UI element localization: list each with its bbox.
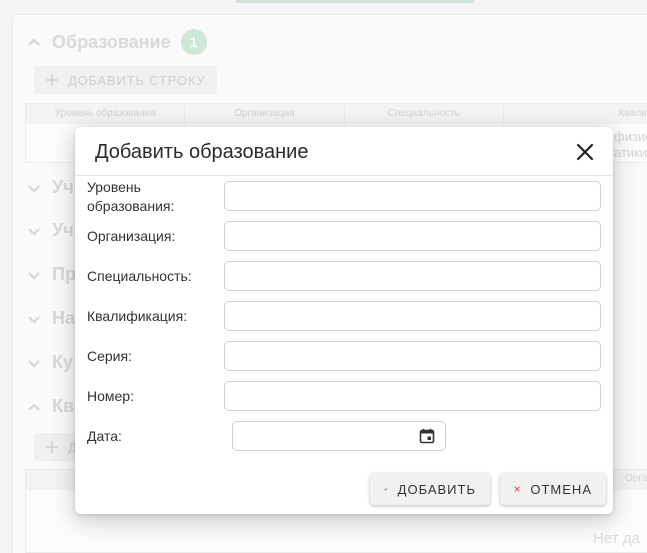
chevron-down-icon	[28, 184, 40, 193]
field-row-specialty: Специальность:	[87, 261, 601, 291]
no-data-text: Нет да	[593, 530, 640, 547]
specialty-label: Специальность:	[87, 268, 192, 284]
section-title: Уч	[52, 177, 74, 197]
date-picker[interactable]	[232, 421, 446, 451]
specialty-input[interactable]	[224, 261, 601, 291]
table-cell-fragment: физис	[614, 129, 647, 144]
chevron-down-icon	[28, 271, 40, 280]
field-row-organization: Организация:	[87, 221, 601, 251]
section-title: Уч	[52, 220, 74, 240]
plus-icon	[46, 441, 58, 453]
chevron-down-icon	[28, 227, 40, 236]
qualification-input[interactable]	[224, 301, 601, 331]
add-row-button[interactable]: ДОБАВИТЬ СТРОКУ	[34, 66, 218, 94]
section-header-expanded[interactable]: Кв	[26, 396, 74, 417]
series-label: Серия:	[87, 348, 132, 364]
date-label: Дата:	[87, 428, 122, 444]
organization-input[interactable]	[224, 221, 601, 251]
x-icon	[514, 486, 520, 492]
top-tab-indicator	[236, 0, 474, 3]
field-row-date: Дата:	[87, 421, 601, 451]
number-input[interactable]	[224, 381, 601, 411]
add-education-dialog: Добавить образование Уровень образования…	[75, 127, 613, 514]
table-header: Организация	[185, 104, 345, 124]
table-header: Уровень образования	[26, 104, 186, 124]
section-title: Пр	[52, 264, 76, 284]
section-header-collapsed[interactable]: Пр	[26, 264, 76, 285]
field-row-education-level: Уровень образования:	[87, 179, 601, 214]
section-header-collapsed[interactable]: Уч	[26, 220, 74, 241]
dialog-title: Добавить образование	[95, 141, 309, 163]
section-count-badge: 1	[180, 29, 207, 55]
section-title: Кв	[52, 396, 75, 416]
chevron-up-icon	[28, 402, 40, 411]
chevron-up-icon	[28, 38, 40, 46]
table-header: Квалиф	[504, 104, 647, 124]
section-title: Образование	[52, 31, 171, 52]
cancel-button-label: ОТМЕНА	[530, 481, 592, 497]
calendar-icon[interactable]	[419, 428, 435, 444]
section-header-collapsed[interactable]: На	[26, 308, 75, 329]
number-label: Номер:	[87, 388, 134, 404]
add-button-label: ДОБАВИТЬ	[397, 481, 476, 497]
table-header-row: Уровень образования Организация Специаль…	[26, 104, 647, 124]
section-header-collapsed[interactable]: Ку	[26, 352, 73, 373]
qualification-label: Квалификация:	[87, 308, 188, 324]
section-title: Ку	[52, 352, 73, 372]
series-input[interactable]	[224, 341, 601, 371]
check-icon	[384, 487, 388, 491]
education-level-input[interactable]	[224, 181, 601, 211]
chevron-down-icon	[28, 315, 40, 324]
close-icon[interactable]	[574, 141, 596, 163]
plus-icon	[46, 74, 58, 86]
add-button[interactable]: ДОБАВИТЬ	[370, 473, 490, 505]
date-input[interactable]	[233, 422, 413, 450]
cancel-button[interactable]: ОТМЕНА	[500, 473, 606, 505]
add-row-label: ДОБАВИТЬ СТРОКУ	[68, 72, 206, 88]
table-header-fragment: Орга	[625, 473, 647, 484]
organization-label: Организация:	[87, 228, 176, 244]
field-row-series: Серия:	[87, 341, 601, 371]
section-title: На	[52, 308, 76, 328]
dialog-divider	[75, 175, 613, 176]
section-header-education[interactable]: Образование 1	[26, 29, 207, 55]
section-header-collapsed[interactable]: Уч	[26, 177, 74, 198]
table-header: Специальность	[345, 104, 504, 124]
chevron-down-icon	[28, 359, 40, 368]
education-level-label: Уровень образования:	[87, 179, 175, 214]
field-row-qualification: Квалификация:	[87, 301, 601, 331]
field-row-number: Номер:	[87, 381, 601, 411]
table-cell-fragment: атики	[614, 145, 647, 160]
